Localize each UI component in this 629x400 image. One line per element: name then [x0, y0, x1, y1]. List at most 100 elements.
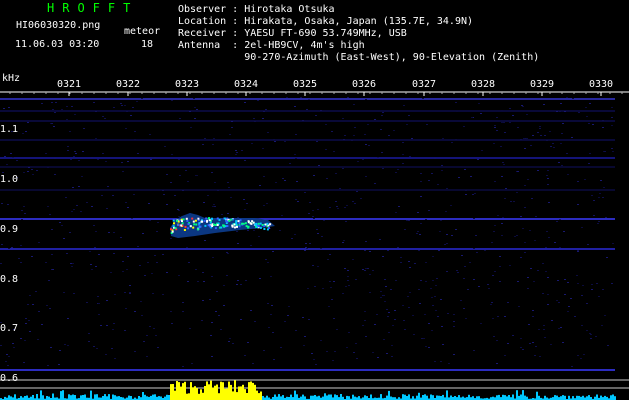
time-tick-label: 0325: [292, 79, 318, 90]
noise-speckle: [146, 356, 148, 357]
noise-speckle: [335, 201, 337, 202]
noise-speckle: [286, 97, 288, 98]
noise-speckle: [69, 232, 71, 233]
signal-bar: [278, 394, 280, 400]
meteor-echo-pixel: [173, 222, 175, 225]
noise-speckle: [25, 318, 27, 319]
noise-speckle: [374, 324, 376, 325]
noise-speckle: [125, 202, 127, 203]
noise-speckle: [95, 138, 97, 139]
noise-speckle: [67, 345, 69, 346]
noise-speckle: [551, 320, 553, 321]
noise-speckle: [295, 158, 297, 159]
noise-speckle: [379, 239, 381, 240]
signal-bar: [260, 391, 262, 400]
noise-speckle: [320, 248, 322, 249]
noise-speckle: [500, 146, 502, 147]
noise-speckle: [105, 354, 107, 355]
noise-speckle: [473, 248, 475, 249]
meteor-echo-pixel: [207, 224, 210, 227]
signal-bar: [212, 387, 214, 400]
noise-speckle: [567, 174, 569, 175]
noise-speckle: [471, 117, 473, 118]
noise-speckle: [589, 103, 591, 104]
noise-speckle: [150, 159, 152, 160]
noise-speckle: [148, 203, 150, 204]
noise-speckle: [586, 330, 588, 331]
noise-speckle: [381, 152, 383, 153]
noise-speckle: [567, 311, 569, 312]
noise-speckle: [304, 336, 306, 337]
noise-speckle: [113, 253, 115, 254]
noise-speckle: [538, 329, 540, 330]
signal-bar: [380, 394, 382, 400]
file-name: HI06030320.png: [16, 20, 101, 31]
signal-bar: [326, 395, 328, 400]
noise-speckle: [49, 308, 51, 309]
noise-speckle: [308, 213, 310, 214]
noise-speckle: [67, 146, 69, 147]
noise-speckle: [501, 223, 503, 224]
noise-speckle: [535, 216, 537, 217]
signal-bar: [568, 395, 570, 400]
signal-bar: [536, 391, 538, 400]
noise-speckle: [306, 248, 308, 249]
noise-speckle: [35, 291, 37, 292]
noise-speckle: [465, 194, 467, 195]
noise-speckle: [265, 259, 267, 260]
noise-speckle: [132, 107, 134, 108]
noise-speckle: [226, 275, 228, 276]
noise-speckle: [245, 280, 247, 281]
noise-speckle: [257, 100, 259, 101]
noise-speckle: [127, 256, 129, 257]
noise-speckle: [82, 151, 84, 152]
noise-speckle: [217, 190, 219, 191]
noise-speckle: [550, 344, 552, 345]
noise-speckle: [420, 223, 422, 224]
noise-speckle: [63, 292, 65, 293]
noise-speckle: [156, 231, 158, 232]
noise-speckle: [75, 153, 77, 154]
noise-speckle: [444, 244, 446, 245]
meteor-echo-pixel: [182, 218, 185, 221]
noise-speckle: [544, 135, 546, 136]
noise-speckle: [262, 118, 264, 119]
noise-speckle: [302, 317, 304, 318]
noise-speckle: [526, 138, 528, 139]
noise-speckle: [182, 311, 184, 312]
noise-speckle: [501, 122, 503, 123]
signal-bar: [46, 396, 48, 400]
noise-speckle: [520, 139, 522, 140]
noise-speckle: [137, 153, 139, 154]
noise-speckle: [394, 310, 396, 311]
meteor-echo: [170, 213, 275, 238]
noise-speckle: [320, 340, 322, 341]
noise-speckle: [37, 339, 39, 340]
noise-speckle: [509, 265, 511, 266]
signal-bar: [130, 396, 132, 400]
meteor-echo-pixel: [257, 225, 260, 227]
signal-bar: [358, 396, 360, 400]
noise-speckle: [120, 103, 122, 104]
noise-speckle: [458, 177, 460, 178]
signal-bar: [508, 395, 510, 400]
noise-speckle: [309, 243, 311, 244]
noise-speckle: [270, 276, 272, 277]
signal-bar: [406, 396, 408, 400]
noise-speckle: [334, 351, 336, 352]
noise-speckle: [312, 216, 314, 217]
signal-bar: [330, 394, 332, 400]
noise-speckle: [154, 157, 156, 158]
noise-speckle: [533, 281, 535, 282]
noise-speckle: [212, 206, 214, 207]
noise-speckle: [66, 119, 68, 120]
noise-speckle: [332, 360, 334, 361]
noise-speckle: [412, 315, 414, 316]
meteor-echo-pixel: [183, 229, 186, 231]
noise-speckle: [362, 269, 364, 270]
noise-speckle: [425, 281, 427, 282]
noise-speckle: [5, 361, 7, 362]
noise-speckle: [342, 242, 344, 243]
noise-speckle: [589, 153, 591, 154]
noise-speckle: [212, 144, 214, 145]
